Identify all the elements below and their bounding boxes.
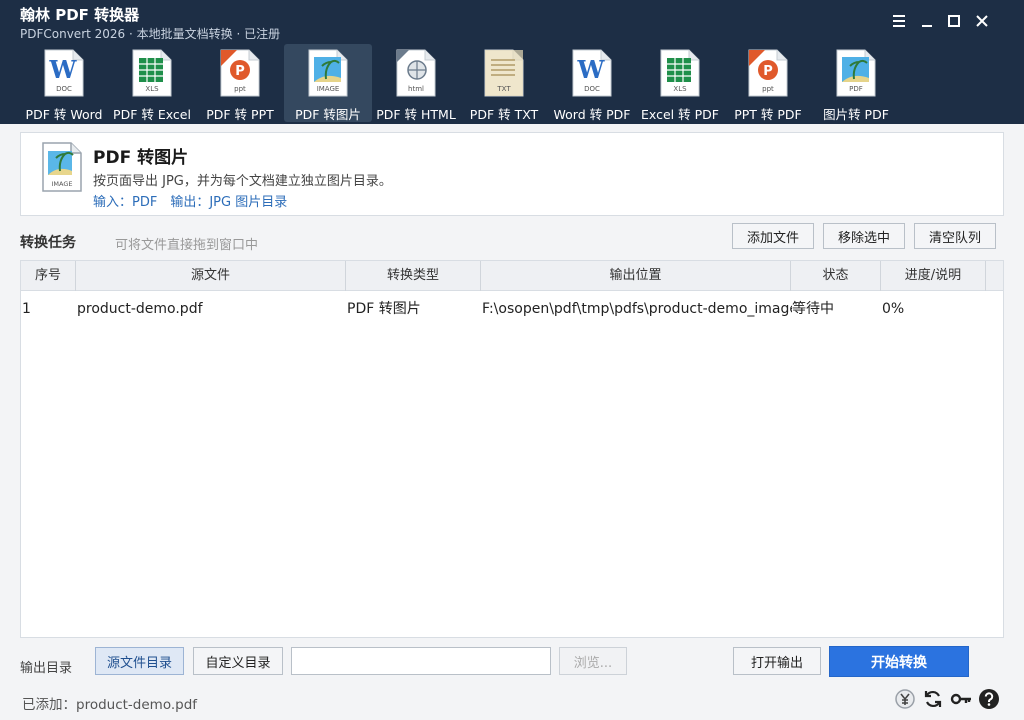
task-title: 转换任务 (20, 235, 76, 251)
tool-label: PDF 转 Excel (113, 107, 191, 122)
col-type[interactable]: 转换类型 (346, 261, 481, 291)
tool-label: PDF 转 HTML (376, 107, 456, 122)
open-output-button[interactable]: 打开输出 (733, 647, 821, 675)
tool-label: PPT 转 PDF (734, 107, 802, 122)
tool-6[interactable]: TXT PDF 转 TXT (460, 44, 548, 122)
cell-progress: 0% (882, 301, 905, 317)
tool-label: Excel 转 PDF (641, 107, 719, 122)
info-icon-tag: IMAGE (51, 180, 72, 188)
tool-7[interactable]: W DOC Word 转 PDF (548, 44, 636, 122)
image-icon: IMAGE (308, 49, 348, 97)
tool-icon-tag: DOC (56, 85, 72, 93)
tool-icon-tag: PDF (849, 85, 863, 93)
app-title: 翰林 PDF 转换器 (20, 6, 140, 24)
tool-8[interactable]: XLS Excel 转 PDF (636, 44, 724, 122)
cell-type: PDF 转图片 (347, 301, 421, 317)
col-progress[interactable]: 进度/说明 (881, 261, 986, 291)
col-source[interactable]: 源文件 (76, 261, 346, 291)
close-icon[interactable] (971, 10, 993, 32)
col-status[interactable]: 状态 (791, 261, 881, 291)
svg-text:W: W (49, 55, 78, 84)
tool-icon-tag: DOC (584, 85, 600, 93)
html-icon: html (396, 49, 436, 97)
key-icon[interactable] (950, 688, 972, 710)
mode-title: PDF 转图片 (93, 148, 189, 168)
tool-icon-tag: IMAGE (317, 85, 340, 93)
mode-info-panel: IMAGE PDF 转图片 按页面导出 JPG，并为每个文档建立独立图片目录。 … (20, 132, 1004, 216)
tool-9[interactable]: Pppt PPT 转 PDF (724, 44, 812, 122)
remove-selected-button[interactable]: 移除选中 (823, 223, 905, 249)
cell-index: 1 (22, 301, 31, 317)
conversion-toolbar: W DOC PDF 转 Word XLS PDF 转 Excel Pppt PDF 转 PP… (0, 42, 1024, 124)
browse-button[interactable]: 浏览... (559, 647, 627, 675)
output-path-input[interactable] (291, 647, 551, 675)
txt-icon: TXT (484, 49, 524, 97)
cell-source: product-demo.pdf (77, 301, 203, 317)
image-pdf-icon: PDF (836, 49, 876, 97)
output-dir-label: 输出目录 (20, 661, 73, 676)
tool-3[interactable]: Pppt PDF 转 PPT (196, 44, 284, 122)
table-row[interactable]: 1 product-demo.pdf PDF 转图片 F:\osopen\pdf… (21, 292, 1003, 326)
mode-description: 按页面导出 JPG，并为每个文档建立独立图片目录。 (93, 174, 392, 189)
yen-icon[interactable] (894, 688, 916, 710)
custom-dir-button[interactable]: 自定义目录 (193, 647, 283, 675)
clear-queue-button[interactable]: 清空队列 (914, 223, 996, 249)
ppt-icon: Pppt (748, 49, 788, 97)
tool-10[interactable]: PDF 图片转 PDF (812, 44, 900, 122)
tool-label: PDF 转 PPT (206, 107, 274, 122)
svg-text:W: W (577, 55, 606, 84)
ppt-icon: Pppt (220, 49, 260, 97)
tool-4[interactable]: IMAGE PDF 转图片 (284, 44, 372, 122)
cell-output: F:\osopen\pdf\tmp\pdfs\product-demo_imag… (482, 301, 792, 317)
svg-text:P: P (235, 64, 245, 79)
start-convert-button[interactable]: 开始转换 (829, 646, 969, 677)
tool-5[interactable]: html PDF 转 HTML (372, 44, 460, 122)
source-dir-button[interactable]: 源文件目录 (95, 647, 184, 675)
col-index[interactable]: 序号 (21, 261, 76, 291)
tool-icon-tag: ppt (234, 85, 246, 93)
tool-label: Word 转 PDF (553, 107, 631, 122)
tool-label: PDF 转 TXT (469, 107, 539, 122)
minimize-icon[interactable] (916, 10, 938, 32)
image-file-icon: IMAGE (42, 142, 82, 192)
mode-io: 输入：PDF 输出：JPG 图片目录 (93, 195, 288, 210)
tool-icon-tag: XLS (145, 85, 159, 93)
tool-1[interactable]: W DOC PDF 转 Word (20, 44, 108, 122)
word-doc-icon: WDOC (44, 49, 84, 97)
table-header: 序号 源文件 转换类型 输出位置 状态 进度/说明 (21, 261, 1003, 291)
cell-status: 等待中 (792, 301, 834, 317)
add-file-button[interactable]: 添加文件 (732, 223, 814, 249)
menu-icon[interactable] (888, 10, 910, 32)
drop-hint: 可将文件直接拖到窗口中 (115, 238, 259, 253)
status-text: 已添加：product-demo.pdf (22, 697, 198, 713)
tool-icon-tag: TXT (496, 85, 511, 93)
tool-icon-tag: XLS (673, 85, 687, 93)
excel-xls-icon: XLS (132, 49, 172, 97)
maximize-icon[interactable] (943, 10, 965, 32)
tool-label: 图片转 PDF (823, 107, 889, 122)
tool-icon-tag: ppt (762, 85, 774, 93)
tool-label: PDF 转图片 (295, 107, 361, 122)
help-icon[interactable] (978, 688, 1000, 710)
title-bar: 翰林 PDF 转换器 PDFConvert 2026 · 本地批量文档转换 · … (0, 0, 1024, 42)
col-output[interactable]: 输出位置 (481, 261, 791, 291)
tool-2[interactable]: XLS PDF 转 Excel (108, 44, 196, 122)
app-subtitle: PDFConvert 2026 · 本地批量文档转换 · 已注册 (20, 27, 281, 41)
svg-text:P: P (763, 64, 773, 79)
tool-icon-tag: html (408, 85, 424, 93)
tool-label: PDF 转 Word (25, 107, 103, 122)
refresh-icon[interactable] (922, 688, 944, 710)
excel-xls-icon: XLS (660, 49, 700, 97)
word-doc-icon: WDOC (572, 49, 612, 97)
task-table[interactable]: 序号 源文件 转换类型 输出位置 状态 进度/说明 1 product-demo… (20, 260, 1004, 638)
